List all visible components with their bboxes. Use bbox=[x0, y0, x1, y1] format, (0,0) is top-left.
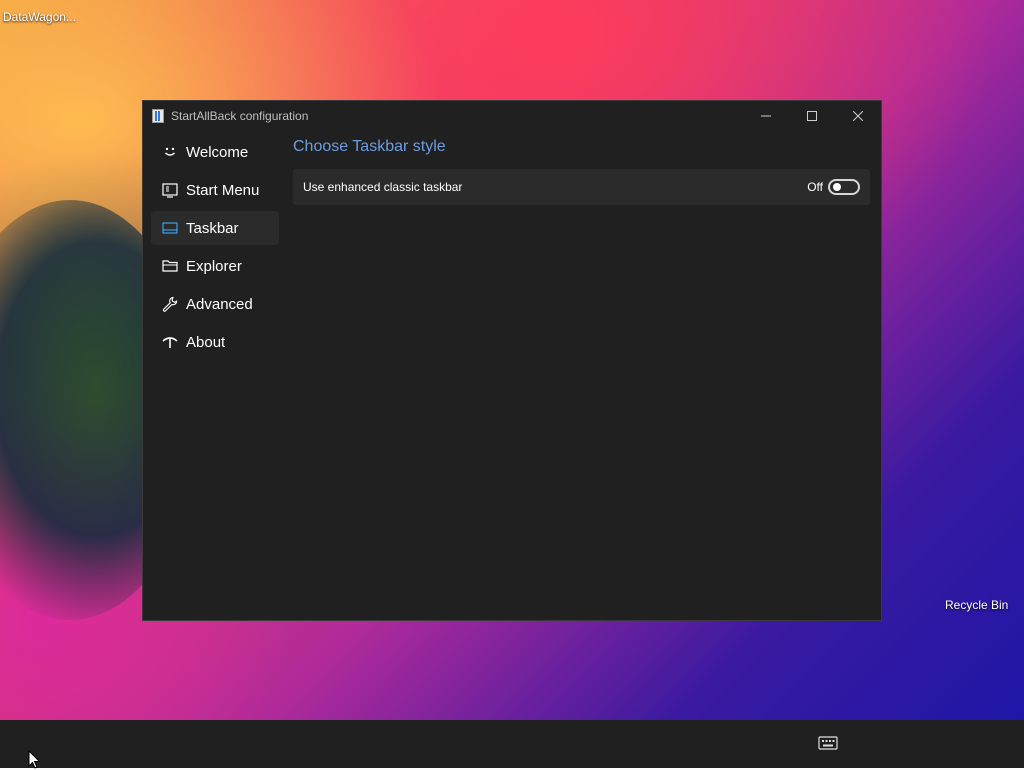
toggle-switch[interactable] bbox=[828, 179, 860, 195]
taskbar-icon bbox=[160, 218, 180, 238]
smiley-icon bbox=[160, 142, 180, 162]
window-title: StartAllBack configuration bbox=[171, 109, 309, 123]
sidebar-item-welcome[interactable]: Welcome bbox=[151, 135, 279, 169]
close-icon bbox=[853, 111, 863, 121]
sidebar-item-label: Welcome bbox=[186, 143, 249, 161]
maximize-icon bbox=[807, 111, 817, 121]
startallback-app-icon bbox=[152, 109, 164, 123]
minimize-icon bbox=[761, 115, 771, 117]
desktop-icon-label-datawagon[interactable]: DataWagon... bbox=[3, 10, 76, 24]
main-content: Choose Taskbar style Use enhanced classi… bbox=[293, 135, 873, 205]
sidebar-item-taskbar[interactable]: Taskbar bbox=[151, 211, 279, 245]
sidebar-item-advanced[interactable]: Advanced bbox=[151, 287, 279, 321]
maximize-button[interactable] bbox=[789, 101, 835, 131]
sidebar-item-label: Start Menu bbox=[186, 181, 260, 199]
sidebar-item-label: Advanced bbox=[186, 295, 253, 313]
keyboard-icon[interactable] bbox=[818, 736, 838, 750]
close-button[interactable] bbox=[835, 101, 881, 131]
sidebar-item-about[interactable]: About bbox=[151, 325, 279, 359]
sidebar-item-explorer[interactable]: Explorer bbox=[151, 249, 279, 283]
sidebar-item-label: Explorer bbox=[186, 257, 242, 275]
sidebar-item-label: Taskbar bbox=[186, 219, 239, 237]
start-menu-icon bbox=[160, 180, 180, 200]
taskbar bbox=[0, 720, 1024, 768]
sidebar-item-start-menu[interactable]: Start Menu bbox=[151, 173, 279, 207]
about-icon bbox=[160, 332, 180, 352]
folder-icon bbox=[160, 256, 180, 276]
section-title: Choose Taskbar style bbox=[293, 138, 446, 155]
configuration-window: StartAllBack configuration Welcome Start… bbox=[142, 100, 882, 621]
minimize-button[interactable] bbox=[743, 101, 789, 131]
setting-row-enhanced-classic-taskbar[interactable]: Use enhanced classic taskbar Off bbox=[293, 169, 870, 205]
mouse-cursor-icon bbox=[28, 750, 41, 769]
toggle-state-label: Off bbox=[807, 180, 823, 194]
setting-label: Use enhanced classic taskbar bbox=[303, 180, 463, 194]
sidebar-item-label: About bbox=[186, 333, 226, 351]
sidebar-nav: Welcome Start Menu Taskbar Explorer Adva… bbox=[151, 135, 279, 363]
wrench-icon bbox=[160, 294, 180, 314]
toggle-knob bbox=[833, 183, 841, 191]
desktop-icon-label-recycle-bin[interactable]: Recycle Bin bbox=[945, 598, 1008, 612]
title-bar[interactable]: StartAllBack configuration bbox=[143, 101, 881, 131]
